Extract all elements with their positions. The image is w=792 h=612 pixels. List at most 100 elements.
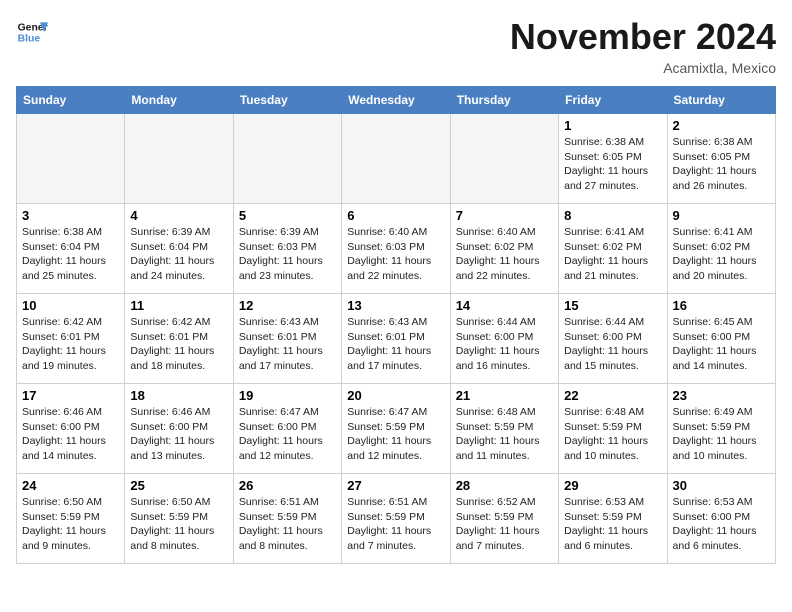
logo: General Blue (16, 16, 48, 48)
calendar-cell: 10 Sunrise: 6:42 AM Sunset: 6:01 PM Dayli… (17, 294, 125, 384)
calendar-cell: 4 Sunrise: 6:39 AM Sunset: 6:04 PM Daylig… (125, 204, 233, 294)
calendar-cell: 30 Sunrise: 6:53 AM Sunset: 6:00 PM Dayli… (667, 474, 775, 564)
calendar-cell: 3Sunrise: 6:38 AM Sunset: 6:04 PM Daylig… (17, 204, 125, 294)
calendar-cell: 5Sunrise: 6:39 AM Sunset: 6:03 PM Daylig… (233, 204, 341, 294)
day-info: Sunrise: 6:46 AM Sunset: 6:00 PM Dayligh… (22, 405, 119, 464)
day-info: Sunrise: 6:38 AM Sunset: 6:04 PM Dayligh… (22, 225, 119, 284)
day-info: Sunrise: 6:40 AM Sunset: 6:02 PM Dayligh… (456, 225, 553, 284)
day-info: Sunrise: 6:38 AM Sunset: 6:05 PM Dayligh… (673, 135, 770, 194)
day-info: Sunrise: 6:39 AM Sunset: 6:04 PM Dayligh… (130, 225, 227, 284)
day-info: Sunrise: 6:41 AM Sunset: 6:02 PM Dayligh… (564, 225, 661, 284)
calendar-cell (450, 114, 558, 204)
svg-text:Blue: Blue (18, 34, 41, 45)
day-number: 20 (347, 388, 444, 403)
calendar-cell: 2 Sunrise: 6:38 AM Sunset: 6:05 PM Daylig… (667, 114, 775, 204)
day-number: 28 (456, 478, 553, 493)
calendar-cell (342, 114, 450, 204)
day-number: 2 (673, 118, 770, 133)
logo-icon: General Blue (16, 16, 48, 48)
day-number: 29 (564, 478, 661, 493)
day-number: 16 (673, 298, 770, 313)
month-title: November 2024 (510, 16, 776, 58)
day-number: 27 (347, 478, 444, 493)
calendar-cell: 21 Sunrise: 6:48 AM Sunset: 5:59 PM Dayli… (450, 384, 558, 474)
calendar-cell: 24 Sunrise: 6:50 AM Sunset: 5:59 PM Dayli… (17, 474, 125, 564)
day-number: 19 (239, 388, 336, 403)
day-number: 9 (673, 208, 770, 223)
location: Acamixtla, Mexico (510, 60, 776, 76)
weekday-header-row: SundayMondayTuesdayWednesdayThursdayFrid… (17, 87, 776, 114)
day-info: Sunrise: 6:41 AM Sunset: 6:02 PM Dayligh… (673, 225, 770, 284)
day-info: Sunrise: 6:53 AM Sunset: 6:00 PM Dayligh… (673, 495, 770, 554)
weekday-header-thursday: Thursday (450, 87, 558, 114)
day-number: 30 (673, 478, 770, 493)
day-number: 6 (347, 208, 444, 223)
calendar-cell: 23 Sunrise: 6:49 AM Sunset: 5:59 PM Dayli… (667, 384, 775, 474)
day-info: Sunrise: 6:42 AM Sunset: 6:01 PM Dayligh… (130, 315, 227, 374)
day-info: Sunrise: 6:46 AM Sunset: 6:00 PM Dayligh… (130, 405, 227, 464)
day-number: 21 (456, 388, 553, 403)
calendar-cell: 9 Sunrise: 6:41 AM Sunset: 6:02 PM Daylig… (667, 204, 775, 294)
day-number: 7 (456, 208, 553, 223)
calendar-cell (125, 114, 233, 204)
week-row-2: 3Sunrise: 6:38 AM Sunset: 6:04 PM Daylig… (17, 204, 776, 294)
day-number: 17 (22, 388, 119, 403)
day-info: Sunrise: 6:52 AM Sunset: 5:59 PM Dayligh… (456, 495, 553, 554)
day-number: 14 (456, 298, 553, 313)
week-row-5: 24 Sunrise: 6:50 AM Sunset: 5:59 PM Dayli… (17, 474, 776, 564)
calendar-cell: 8 Sunrise: 6:41 AM Sunset: 6:02 PM Daylig… (559, 204, 667, 294)
day-info: Sunrise: 6:49 AM Sunset: 5:59 PM Dayligh… (673, 405, 770, 464)
day-number: 1 (564, 118, 661, 133)
calendar-cell (233, 114, 341, 204)
day-info: Sunrise: 6:44 AM Sunset: 6:00 PM Dayligh… (564, 315, 661, 374)
weekday-header-sunday: Sunday (17, 87, 125, 114)
weekday-header-wednesday: Wednesday (342, 87, 450, 114)
day-info: Sunrise: 6:40 AM Sunset: 6:03 PM Dayligh… (347, 225, 444, 284)
day-number: 24 (22, 478, 119, 493)
weekday-header-monday: Monday (125, 87, 233, 114)
day-number: 18 (130, 388, 227, 403)
calendar-cell: 27 Sunrise: 6:51 AM Sunset: 5:59 PM Dayli… (342, 474, 450, 564)
day-number: 10 (22, 298, 119, 313)
day-info: Sunrise: 6:44 AM Sunset: 6:00 PM Dayligh… (456, 315, 553, 374)
calendar-cell: 12Sunrise: 6:43 AM Sunset: 6:01 PM Dayli… (233, 294, 341, 384)
day-info: Sunrise: 6:42 AM Sunset: 6:01 PM Dayligh… (22, 315, 119, 374)
day-number: 5 (239, 208, 336, 223)
week-row-3: 10 Sunrise: 6:42 AM Sunset: 6:01 PM Dayli… (17, 294, 776, 384)
calendar-cell: 19 Sunrise: 6:47 AM Sunset: 6:00 PM Dayli… (233, 384, 341, 474)
day-info: Sunrise: 6:53 AM Sunset: 5:59 PM Dayligh… (564, 495, 661, 554)
day-number: 15 (564, 298, 661, 313)
page-header: General Blue November 2024 Acamixtla, Me… (16, 16, 776, 76)
weekday-header-tuesday: Tuesday (233, 87, 341, 114)
day-number: 22 (564, 388, 661, 403)
weekday-header-friday: Friday (559, 87, 667, 114)
day-number: 23 (673, 388, 770, 403)
calendar: SundayMondayTuesdayWednesdayThursdayFrid… (16, 86, 776, 564)
week-row-4: 17 Sunrise: 6:46 AM Sunset: 6:00 PM Dayli… (17, 384, 776, 474)
calendar-cell: 17 Sunrise: 6:46 AM Sunset: 6:00 PM Dayli… (17, 384, 125, 474)
calendar-cell: 28 Sunrise: 6:52 AM Sunset: 5:59 PM Dayli… (450, 474, 558, 564)
day-info: Sunrise: 6:47 AM Sunset: 5:59 PM Dayligh… (347, 405, 444, 464)
week-row-1: 1 Sunrise: 6:38 AM Sunset: 6:05 PM Daylig… (17, 114, 776, 204)
calendar-cell: 7 Sunrise: 6:40 AM Sunset: 6:02 PM Daylig… (450, 204, 558, 294)
day-info: Sunrise: 6:48 AM Sunset: 5:59 PM Dayligh… (456, 405, 553, 464)
day-info: Sunrise: 6:50 AM Sunset: 5:59 PM Dayligh… (22, 495, 119, 554)
calendar-cell: 29 Sunrise: 6:53 AM Sunset: 5:59 PM Dayli… (559, 474, 667, 564)
day-number: 11 (130, 298, 227, 313)
day-number: 12 (239, 298, 336, 313)
calendar-cell: 14 Sunrise: 6:44 AM Sunset: 6:00 PM Dayli… (450, 294, 558, 384)
day-number: 13 (347, 298, 444, 313)
day-info: Sunrise: 6:47 AM Sunset: 6:00 PM Dayligh… (239, 405, 336, 464)
day-number: 8 (564, 208, 661, 223)
title-area: November 2024 Acamixtla, Mexico (510, 16, 776, 76)
calendar-cell: 15 Sunrise: 6:44 AM Sunset: 6:00 PM Dayli… (559, 294, 667, 384)
day-info: Sunrise: 6:51 AM Sunset: 5:59 PM Dayligh… (347, 495, 444, 554)
day-number: 25 (130, 478, 227, 493)
calendar-cell: 11 Sunrise: 6:42 AM Sunset: 6:01 PM Dayli… (125, 294, 233, 384)
day-number: 26 (239, 478, 336, 493)
weekday-header-saturday: Saturday (667, 87, 775, 114)
day-number: 4 (130, 208, 227, 223)
calendar-cell: 13Sunrise: 6:43 AM Sunset: 6:01 PM Dayli… (342, 294, 450, 384)
day-info: Sunrise: 6:51 AM Sunset: 5:59 PM Dayligh… (239, 495, 336, 554)
calendar-cell: 22Sunrise: 6:48 AM Sunset: 5:59 PM Dayli… (559, 384, 667, 474)
